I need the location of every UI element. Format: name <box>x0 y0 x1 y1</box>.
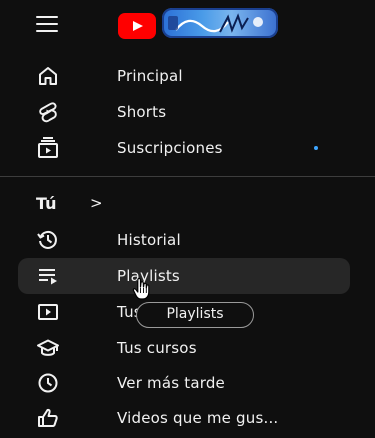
sidebar-item-label: Suscripciones <box>117 139 223 157</box>
sidebar-item-shorts[interactable]: Shorts <box>18 94 350 130</box>
sidebar-item-label: Videos que me gus... <box>117 409 279 427</box>
section-divider <box>0 176 375 177</box>
chevron-right-icon: > <box>90 194 103 212</box>
liked-videos-icon <box>38 408 58 427</box>
doodle-logo-icon <box>162 8 278 38</box>
sidebar-item-principal[interactable]: Principal <box>18 58 350 94</box>
sidebar-panel: Principal Shorts Suscripciones Tú > Hist… <box>0 0 375 438</box>
tooltip-text: Playlists <box>166 306 224 322</box>
sidebar-item-label: Tus cursos <box>117 339 197 357</box>
youtube-logo-icon <box>118 13 156 39</box>
playlists-icon <box>39 269 57 285</box>
you-section-link[interactable]: Tú > <box>18 190 138 218</box>
history-icon <box>37 230 57 249</box>
sidebar-item-label: Ver más tarde <box>117 374 225 392</box>
sidebar-item-historial[interactable]: Historial <box>18 222 350 258</box>
sidebar-item-suscripciones[interactable]: Suscripciones <box>18 130 350 166</box>
sidebar-item-videos-que-me-gustan[interactable]: Videos que me gus... <box>18 400 350 436</box>
hamburger-menu-icon[interactable] <box>36 14 62 32</box>
courses-icon <box>37 339 59 356</box>
hand-cursor-icon <box>132 277 150 300</box>
sidebar-item-label: Shorts <box>117 103 167 121</box>
your-videos-icon <box>38 304 58 320</box>
new-content-dot <box>314 146 318 150</box>
sidebar-item-ver-mas-tarde[interactable]: Ver más tarde <box>18 365 350 401</box>
shorts-icon <box>39 102 57 123</box>
sidebar-item-label: Historial <box>117 231 181 249</box>
you-section-title: Tú <box>36 194 57 213</box>
tooltip: Playlists <box>136 302 254 328</box>
sidebar-item-tus-cursos[interactable]: Tus cursos <box>18 330 350 366</box>
home-icon <box>39 67 57 85</box>
sidebar-item-playlists[interactable]: Playlists <box>18 258 350 294</box>
subscriptions-icon <box>38 137 58 158</box>
topbar <box>0 0 375 48</box>
watch-later-icon <box>38 373 58 393</box>
logo-link[interactable] <box>118 8 278 39</box>
sidebar-item-label: Principal <box>117 67 183 85</box>
